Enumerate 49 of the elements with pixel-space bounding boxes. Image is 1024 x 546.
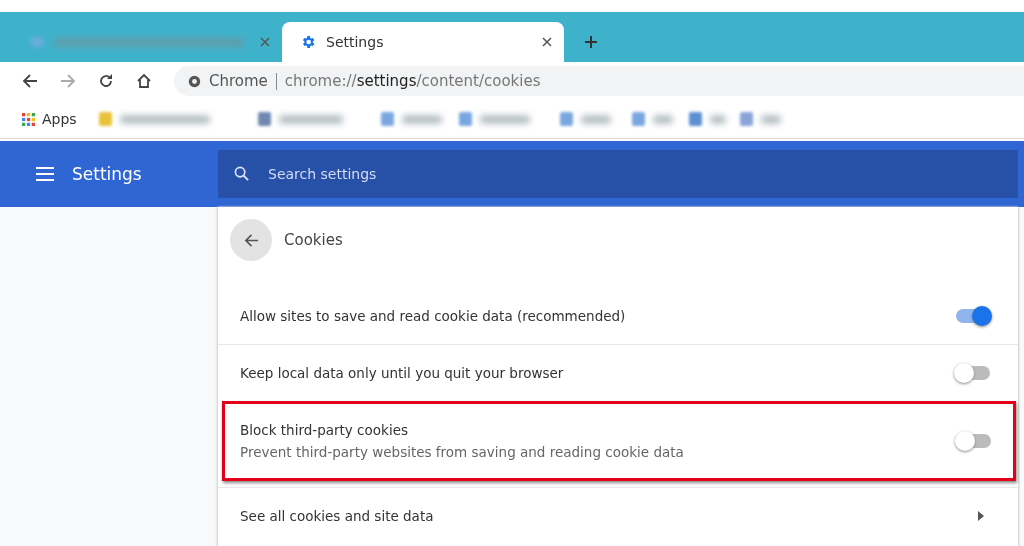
home-icon[interactable] [136,73,152,89]
chrome-icon [188,74,201,88]
toggle-switch[interactable] [956,366,990,380]
back-arrow-icon [243,232,259,248]
menu-icon[interactable] [36,167,54,181]
blurred-icon [98,112,112,126]
blurred-label [580,114,611,124]
blurred-label [709,114,726,124]
setting-label: Keep local data only until you quit your browser [240,365,564,381]
blurred-icon [257,112,271,126]
back-icon[interactable] [22,73,38,89]
highlighted-setting-row[interactable]: Block third-party cookies Prevent third-party websites from saving and reading cookie data [222,401,1016,481]
blurred-label [653,114,674,124]
blurred-icon [459,112,473,126]
address-field[interactable]: Chrome chrome://settings/content/cookies [174,66,1024,96]
browser-tab[interactable]: Settings [282,22,564,62]
setting-row[interactable]: Keep local data only until you quit your browser [218,344,1018,401]
blurred-label [760,114,781,124]
page-title: Cookies [284,231,343,249]
blurred-label [278,114,343,124]
toggle-switch[interactable] [957,434,991,448]
setting-description: Prevent third-party websites from saving and reading cookie data [240,444,684,460]
gear-icon [300,34,316,50]
blurred-icon [30,37,44,47]
blurred-icon [739,112,753,126]
setting-label: Block third-party cookies [240,422,409,438]
search-field[interactable]: Search settings [218,150,1018,198]
new-tab-icon[interactable] [584,35,598,49]
setting-row[interactable]: See all cookies and site data [218,487,1018,544]
setting-label: See all cookies and site data [240,508,434,524]
apps-grid-icon [22,112,35,126]
blurred-icon [632,112,646,126]
url-text: chrome://settings/content/cookies [284,72,541,90]
blurred-icon [380,112,394,126]
caret-icon[interactable] [978,511,984,521]
blurred-label [480,114,531,124]
toggle-switch[interactable] [956,308,990,323]
close-icon[interactable] [542,37,552,47]
blurred-label [401,114,442,124]
site-label: Chrome [209,72,268,90]
setting-row[interactable]: Allow sites to save and read cookie data (recommended) [218,287,1018,344]
close-icon[interactable] [260,37,270,47]
bookmark-item[interactable]: Apps [22,111,77,127]
blurred-icon [688,112,702,126]
blurred-icon [559,112,573,126]
setting-label: Allow sites to save and read cookie data (recommended) [240,307,626,324]
search-icon [234,166,249,181]
reload-icon[interactable] [98,73,114,89]
header-title: Settings [72,164,142,184]
